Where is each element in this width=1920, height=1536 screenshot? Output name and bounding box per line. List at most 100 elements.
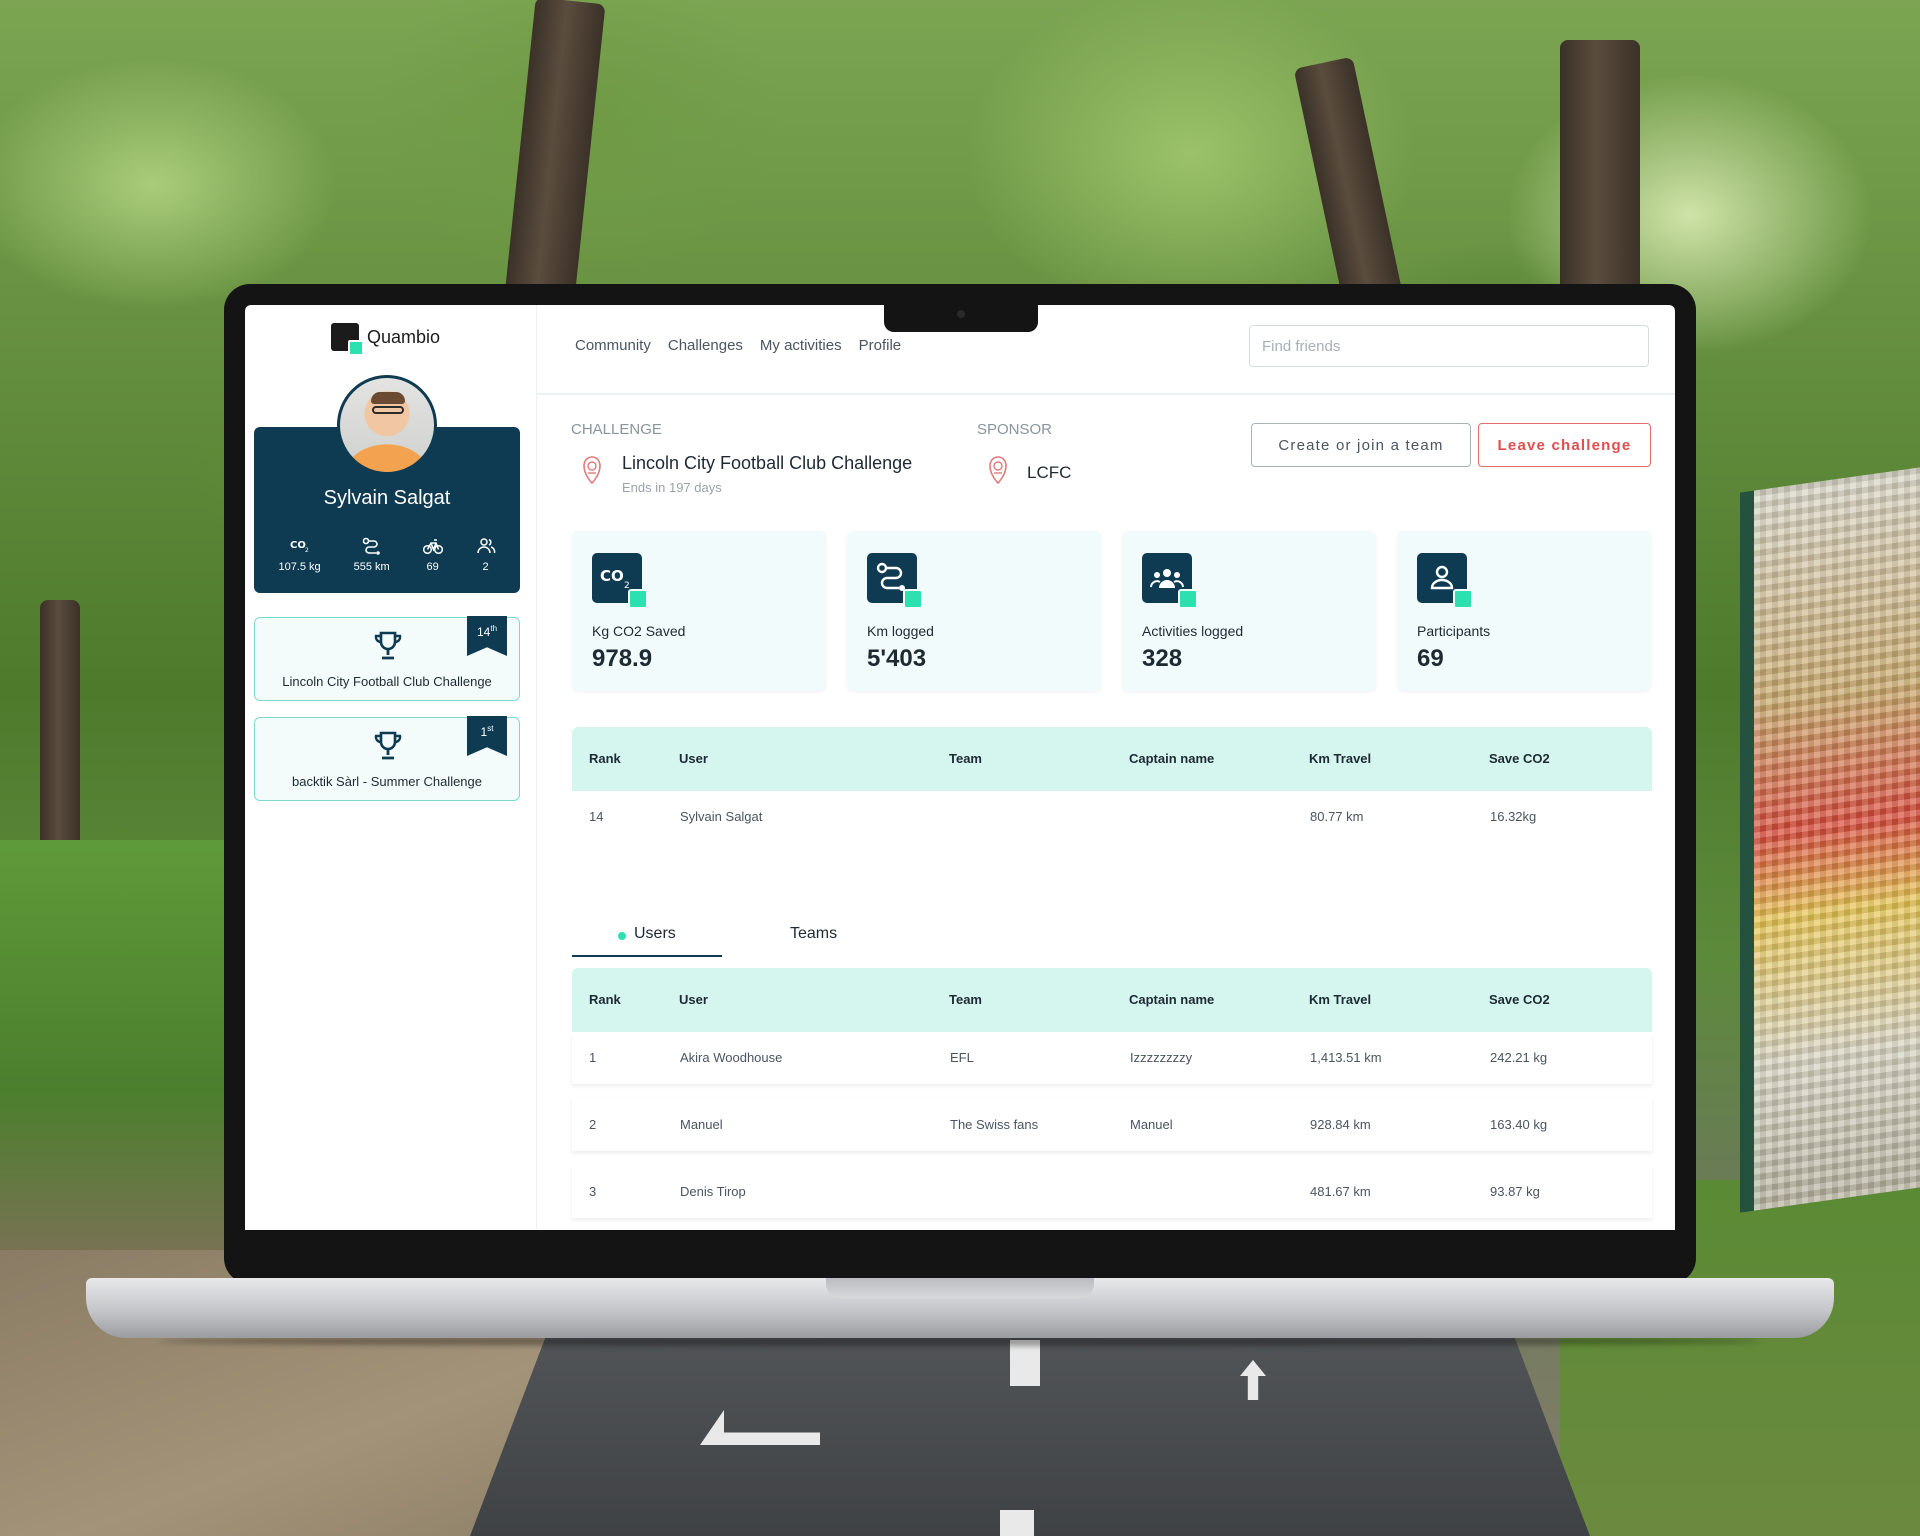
lane-marking [1010, 1340, 1040, 1386]
rank-number: 14 [476, 625, 491, 639]
col-rank[interactable]: Rank [589, 751, 621, 766]
active-tab-indicator [572, 955, 722, 957]
cell-co2: 242.21 kg [1490, 1050, 1548, 1065]
cell-user: Sylvain Salgat [680, 809, 763, 824]
col-co2[interactable]: Save CO2 [1489, 751, 1550, 766]
nav-links: Community Challenges My activities Profi… [575, 337, 901, 354]
challenge-card-name: Lincoln City Football Club Challenge [282, 674, 492, 689]
tab-teams[interactable]: Teams [790, 925, 837, 943]
challenge-ends: Ends in 197 days [622, 480, 722, 495]
kpi-card-km: Km logged 5'403 [847, 531, 1101, 691]
nav-community[interactable]: Community [575, 337, 651, 354]
kpi-card-activities: Activities logged 328 [1122, 531, 1376, 691]
kpi-value: 69 [1417, 645, 1444, 672]
cell-team: The Swiss fans [950, 1117, 1039, 1132]
cell-captain: Izzzzzzzzy [1130, 1050, 1193, 1065]
stat-teams: 2 [476, 537, 496, 573]
leave-challenge-button[interactable]: Leave challenge [1478, 423, 1651, 467]
challenge-label: CHALLENGE [571, 421, 662, 438]
stat-teams-value: 2 [482, 561, 489, 573]
kpi-value: 328 [1142, 645, 1183, 672]
cell-co2: 16.32kg [1490, 809, 1537, 824]
table-row[interactable]: 14 Sylvain Salgat 80.77 km 16.32kg [572, 791, 1652, 843]
table-row[interactable]: 3 Denis Tirop 481.67 km 93.87 kg [572, 1166, 1652, 1218]
kpi-label: Activities logged [1142, 623, 1244, 639]
mosaic-mural [1740, 467, 1920, 1213]
table-header: Rank User Team Captain name Km Travel Sa… [572, 727, 1652, 791]
cell-user: Manuel [680, 1117, 723, 1132]
avatar[interactable] [337, 375, 437, 475]
cell-rank: 14 [589, 809, 604, 824]
lane-marking [1000, 1510, 1034, 1536]
kpi-card-participants: Participants 69 [1397, 531, 1651, 691]
col-co2[interactable]: Save CO2 [1489, 992, 1550, 1007]
cell-team: EFL [950, 1050, 974, 1065]
col-user[interactable]: User [679, 751, 708, 766]
co2-icon: CO 2 [290, 540, 309, 554]
col-captain[interactable]: Captain name [1129, 751, 1214, 766]
co2-icon: CO 2 [592, 553, 648, 609]
rank-suffix: st [487, 724, 494, 733]
create-or-join-team-button[interactable]: Create or join a team [1251, 423, 1471, 467]
table-row[interactable]: 2 Manuel The Swiss fans Manuel 928.84 km… [572, 1099, 1652, 1151]
top-nav: Community Challenges My activities Profi… [537, 305, 1675, 395]
laptop-opening-notch [826, 1278, 1094, 1298]
cell-km: 80.77 km [1310, 809, 1364, 824]
cell-co2: 163.40 kg [1490, 1117, 1548, 1132]
nav-profile[interactable]: Profile [859, 337, 902, 354]
kpi-label: Km logged [867, 623, 934, 639]
cell-user: Denis Tirop [680, 1184, 746, 1199]
grass [0, 840, 260, 1260]
kpi-value: 978.9 [592, 645, 653, 672]
sponsor-crest-icon [989, 456, 1007, 485]
trophy-icon [374, 731, 402, 760]
camera-notch [884, 300, 1038, 332]
tab-users[interactable]: Users [634, 925, 676, 943]
cell-km: 928.84 km [1310, 1117, 1371, 1132]
svg-text:CO: CO [290, 540, 306, 551]
stat-km: 555 km [354, 537, 390, 573]
leaderboard-tabs: Users Teams [572, 915, 872, 957]
nav-challenges[interactable]: Challenges [668, 337, 743, 354]
person-icon [1417, 553, 1473, 609]
cell-captain: Manuel [1130, 1117, 1173, 1132]
rank-suffix: th [490, 624, 498, 633]
col-km[interactable]: Km Travel [1309, 751, 1371, 766]
stat-km-value: 555 km [353, 561, 390, 573]
challenge-card[interactable]: 14th Lincoln City Football Club Challeng… [254, 616, 520, 701]
nav-my-activities[interactable]: My activities [760, 337, 842, 354]
col-captain[interactable]: Captain name [1129, 992, 1214, 1007]
table-row[interactable]: 1 Akira Woodhouse EFL Izzzzzzzzy 1,413.5… [572, 1032, 1652, 1084]
profile-stats: CO 2 107.5 kg 555 km 69 2 [254, 537, 520, 573]
sidebar: Quambio Sylvain Salgat CO 2 107.5 kg 555 … [245, 305, 537, 1230]
tree-trunk [504, 0, 606, 303]
rank-badge: 1st [467, 716, 507, 756]
col-team[interactable]: Team [949, 751, 982, 766]
col-team[interactable]: Team [949, 992, 982, 1007]
col-user[interactable]: User [679, 992, 708, 1007]
stat-co2-value: 107.5 kg [278, 561, 321, 573]
svg-text:CO: CO [600, 567, 624, 585]
cell-rank: 3 [589, 1184, 597, 1199]
tree-trunk [40, 600, 80, 860]
svg-text:2: 2 [305, 547, 309, 554]
kpi-label: Kg CO2 Saved [592, 623, 686, 639]
kpi-value: 5'403 [867, 645, 927, 672]
find-friends-input[interactable] [1249, 325, 1649, 367]
cell-user: Akira Woodhouse [680, 1050, 783, 1065]
route-icon [362, 537, 380, 555]
profile-name: Sylvain Salgat [323, 487, 451, 509]
leaderboard-table: Rank User Team Captain name Km Travel Sa… [572, 968, 1652, 1218]
trophy-icon [374, 631, 402, 660]
cell-rank: 2 [589, 1117, 597, 1132]
logo-icon [331, 323, 364, 356]
avatar-glasses [372, 406, 404, 414]
kpi-card-co2: CO 2 Kg CO2 Saved 978.9 [572, 531, 826, 691]
kpi-label: Participants [1417, 623, 1491, 639]
col-rank[interactable]: Rank [589, 992, 621, 1007]
col-km[interactable]: Km Travel [1309, 992, 1371, 1007]
challenge-card[interactable]: 1st backtik Sàrl - Summer Challenge [254, 716, 520, 801]
brand[interactable]: Quambio [331, 323, 440, 356]
app-screen: Quambio Sylvain Salgat CO 2 107.5 kg 555 … [245, 305, 1675, 1230]
avatar-hair [371, 392, 405, 404]
